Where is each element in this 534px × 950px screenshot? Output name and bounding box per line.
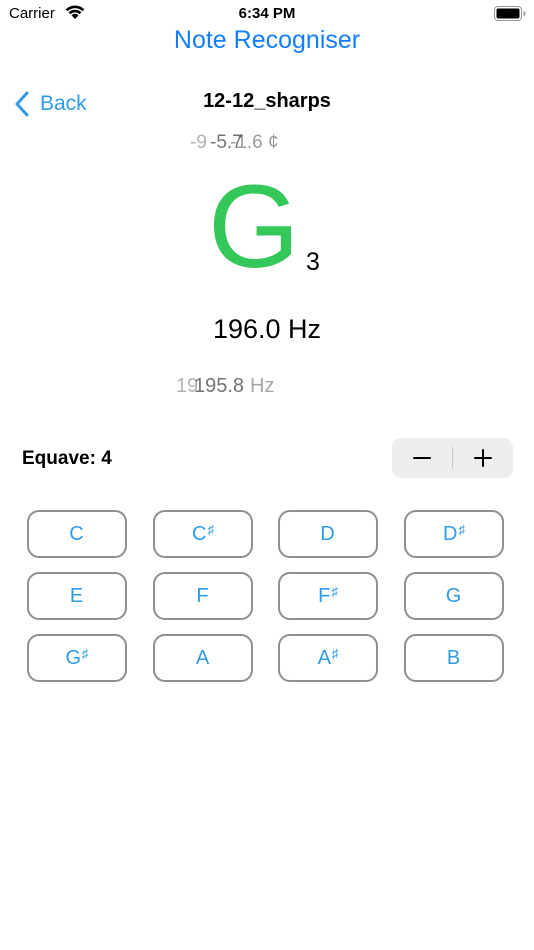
note-button-g[interactable]: G: [404, 572, 504, 620]
sharp-sign: ♯: [207, 521, 214, 537]
note-button-label: E: [69, 584, 84, 607]
frequency-history: 19 195.8 Hz: [172, 375, 312, 401]
note-letter: G: [208, 161, 300, 293]
cents-reading: -9: [190, 132, 207, 153]
status-bar: Carrier 6:34 PM: [0, 0, 534, 28]
nav-title: 12-12_sharps: [203, 90, 331, 112]
note-button-label: F: [196, 584, 209, 607]
note-button-label: A: [317, 646, 331, 669]
note-button-d[interactable]: D: [278, 510, 378, 558]
note-button-d-sharp[interactable]: D ♯: [404, 510, 504, 558]
note-button-label: G: [445, 584, 462, 607]
cents-readout: -9 -5.7 -1.6 ¢: [180, 132, 300, 158]
note-button-label: G: [65, 646, 82, 669]
note-button-b[interactable]: B: [404, 634, 504, 682]
decrement-button[interactable]: [392, 438, 452, 478]
note-button-label: C: [192, 522, 207, 545]
sharp-sign: ♯: [458, 521, 465, 537]
equave-label: Equave: 4: [22, 448, 112, 469]
note-button-label: B: [446, 646, 461, 669]
app-title: Note Recogniser: [173, 26, 361, 54]
note-button-label: C: [69, 522, 84, 545]
note-button-a-sharp[interactable]: A ♯: [278, 634, 378, 682]
sharp-sign: ♯: [82, 645, 89, 661]
note-button-e[interactable]: E: [27, 572, 127, 620]
note-button-c-sharp[interactable]: C ♯: [153, 510, 253, 558]
sharp-sign: ♯: [331, 583, 338, 599]
status-time: 6:34 PM: [238, 5, 296, 22]
note-button-f[interactable]: F: [153, 572, 253, 620]
cents-reading: -1.6 ¢: [230, 132, 279, 153]
frequency-reading: Hz: [250, 375, 275, 397]
battery-icon: [494, 6, 526, 21]
sharp-sign: ♯: [331, 645, 339, 661]
increment-button[interactable]: [453, 438, 513, 478]
minus-icon: [413, 457, 431, 459]
note-button-c[interactable]: C: [27, 510, 127, 558]
note-button-f-sharp[interactable]: F ♯: [278, 572, 378, 620]
note-button-label: A: [195, 646, 210, 669]
equave-stepper[interactable]: [392, 438, 513, 478]
frequency-readout: 196.0 Hz: [212, 314, 322, 344]
note-button-label: D: [443, 522, 458, 545]
note-button-g-sharp[interactable]: G ♯: [27, 634, 127, 682]
note-octave: 3: [306, 248, 320, 276]
note-button-label: D: [320, 522, 335, 545]
plus-icon: [474, 449, 492, 467]
frequency-reading: 195.8: [194, 375, 245, 397]
note-button-a[interactable]: A: [153, 634, 253, 682]
note-button-label: F: [318, 584, 331, 607]
